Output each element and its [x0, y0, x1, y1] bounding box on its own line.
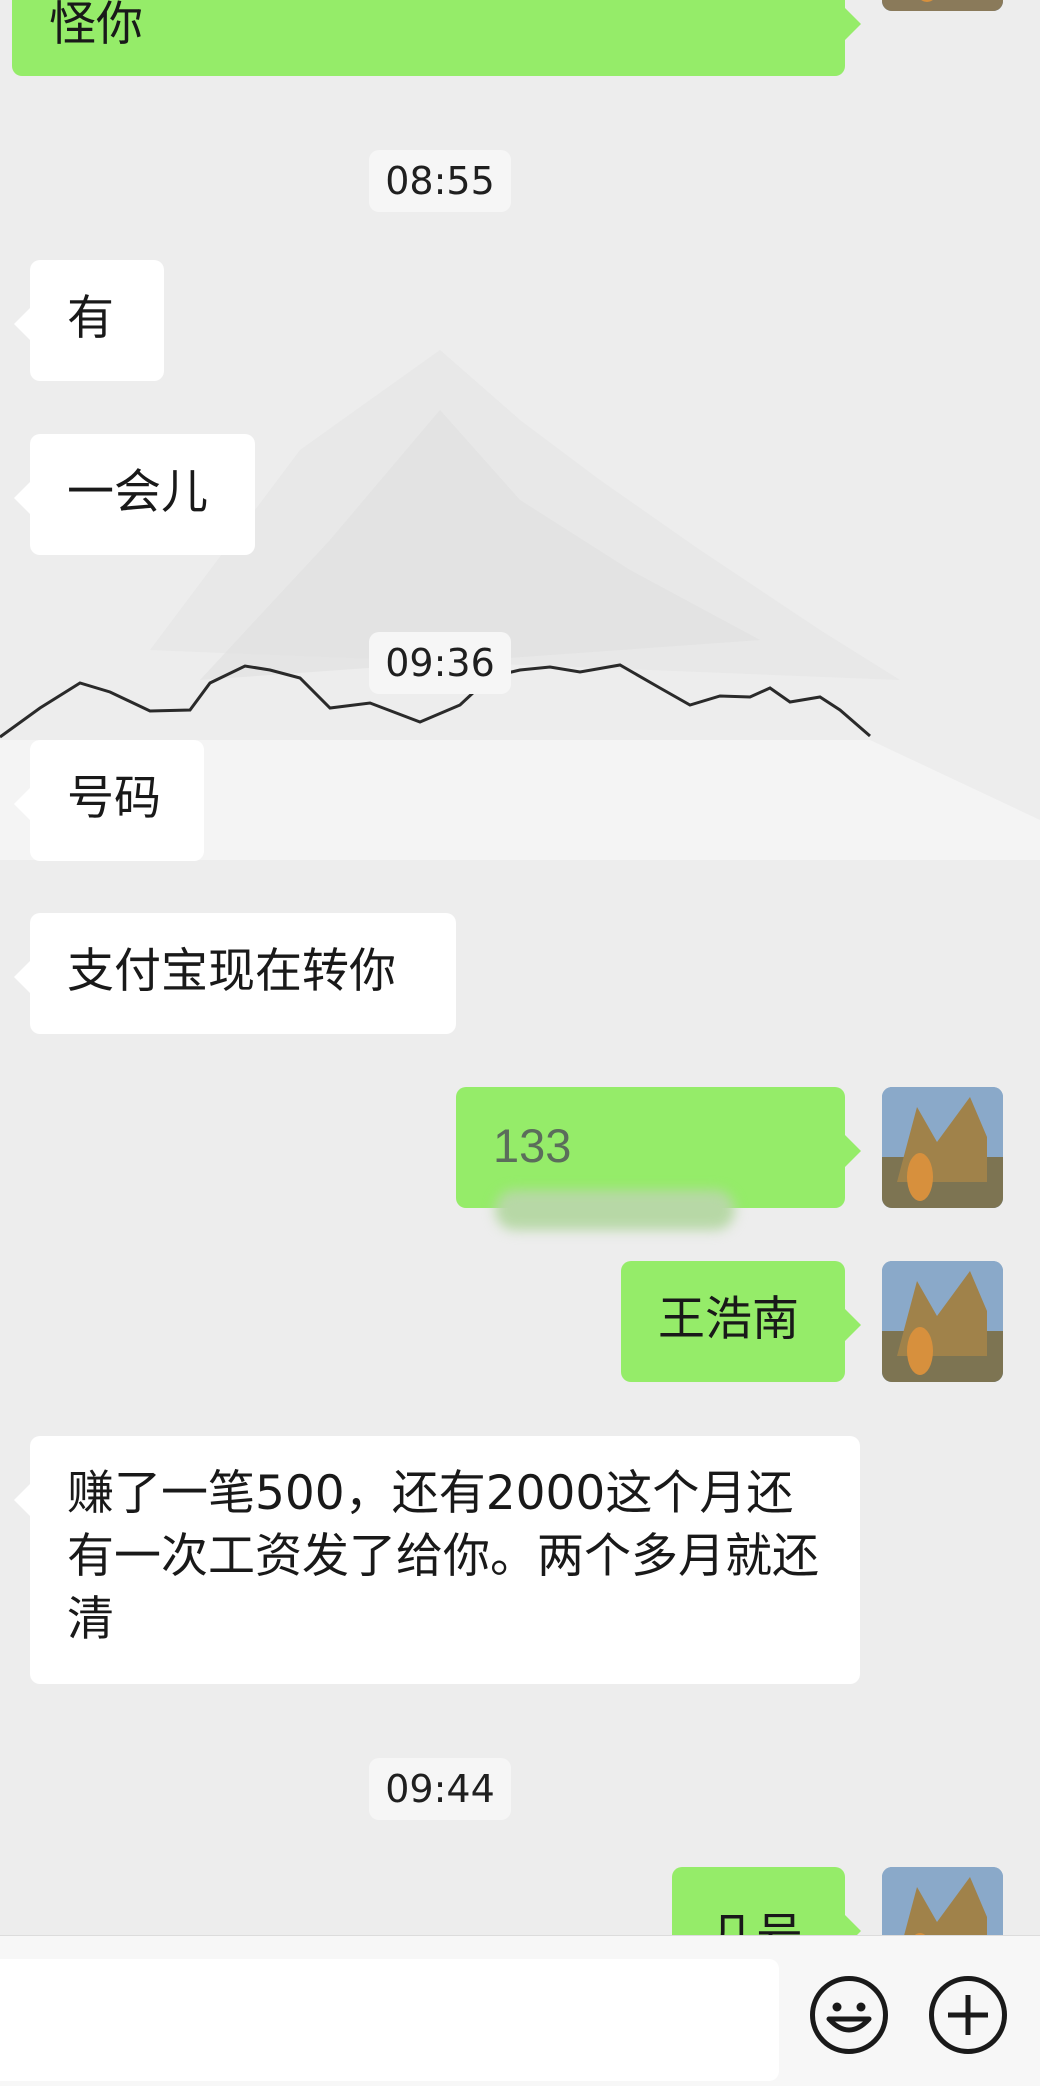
message-bubble-received[interactable]: 一会儿 [14, 434, 255, 555]
chat-area[interactable]: 怪你 08:55 有 一会儿 09:36 号码 支付宝现在转你 133 王浩南 … [0, 0, 1040, 1935]
message-bubble-received[interactable]: 赚了一笔500，还有2000这个月还有一次工资发了给你。两个多月就还清 [14, 1436, 860, 1684]
emoji-icon[interactable] [810, 1976, 888, 2054]
message-bubble-sent[interactable]: 怪你 [12, 0, 861, 76]
message-bubble-received[interactable]: 号码 [14, 740, 204, 861]
message-input[interactable] [0, 1959, 779, 2081]
timestamp: 09:44 [0, 1758, 880, 1820]
redacted-blur [495, 1189, 735, 1230]
message-bubble-received[interactable]: 有 [14, 260, 164, 381]
message-text: 号码 [67, 771, 161, 826]
user-avatar[interactable] [882, 1261, 1003, 1382]
phone-number-text: 133 [493, 1119, 572, 1172]
message-bubble-received[interactable]: 支付宝现在转你 [14, 913, 456, 1034]
message-text: 王浩南 [658, 1292, 799, 1347]
message-text: 一会儿 [67, 465, 208, 520]
message-bubble-sent[interactable]: 133 [456, 1087, 861, 1230]
user-avatar[interactable] [882, 0, 1003, 11]
user-avatar[interactable] [882, 1087, 1003, 1208]
message-text: 怪你 [49, 0, 143, 52]
message-bubble-sent[interactable]: 王浩南 [621, 1261, 861, 1382]
timestamp: 09:36 [0, 632, 880, 694]
message-text: 几号 [709, 1909, 803, 1935]
message-text: 赚了一笔500，还有2000这个月还有一次工资发了给你。两个多月就还清 [67, 1466, 819, 1647]
message-bubble-sent[interactable]: 几号 [672, 1867, 861, 1935]
user-avatar[interactable] [882, 1867, 1003, 1935]
input-bar [0, 1935, 1040, 2086]
message-text: 有 [67, 291, 114, 346]
message-text: 支付宝现在转你 [67, 944, 396, 999]
plus-icon[interactable] [929, 1976, 1007, 2054]
timestamp: 08:55 [0, 150, 880, 212]
